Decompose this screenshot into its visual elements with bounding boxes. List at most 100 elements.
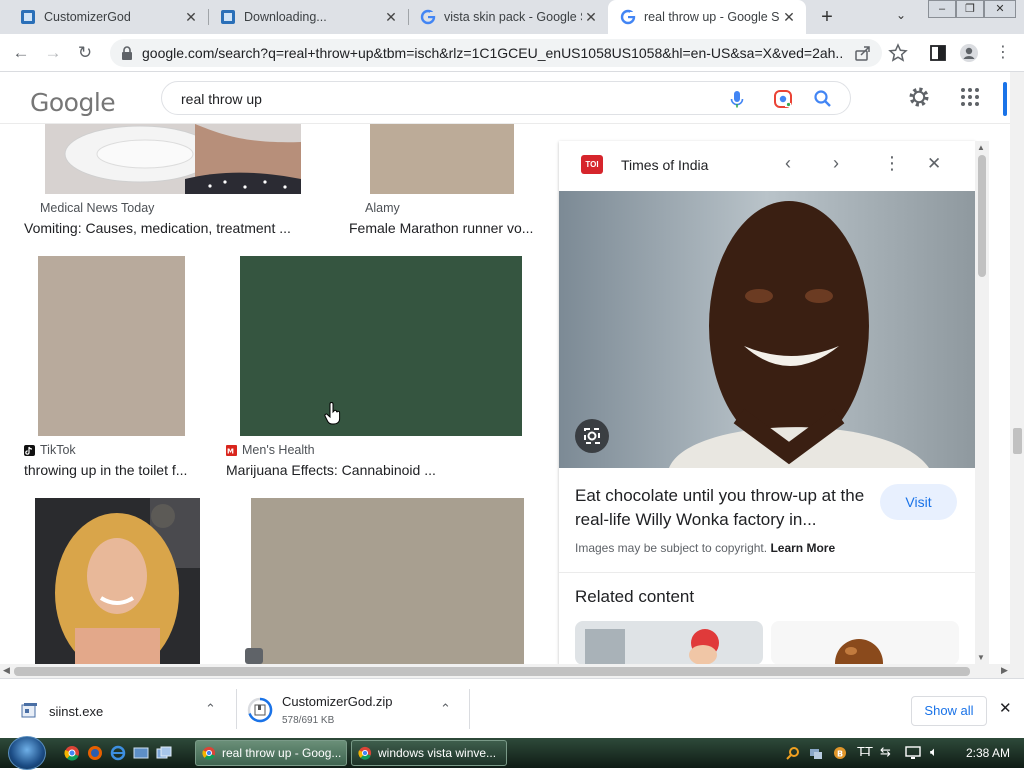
result-caption-marathon[interactable]: Female Marathon runner vo... — [349, 220, 539, 236]
visual-search-icon[interactable] — [575, 419, 609, 453]
download-filename: CustomizerGod.zip — [282, 694, 393, 709]
download-shelf: siinst.exe ⌃ CustomizerGod.zip 578/691 K… — [0, 678, 1024, 738]
search-icon[interactable] — [812, 88, 834, 110]
google-lens-icon[interactable] — [772, 88, 794, 110]
lock-icon[interactable] — [119, 45, 135, 61]
tab-vista-skin-pack[interactable]: vista skin pack - Google S ✕ — [408, 0, 608, 34]
result-image-marathon[interactable] — [370, 124, 514, 194]
kebab-menu-icon[interactable]: ⋮ — [992, 42, 1014, 64]
result-source-medical-news-today[interactable]: Medical News Today — [40, 201, 154, 215]
result-image-tiktok[interactable] — [38, 256, 185, 436]
result-caption-vomiting[interactable]: Vomiting: Causes, medication, treatment … — [24, 220, 291, 236]
taskbar-item-label: real throw up - Goog... — [222, 746, 342, 760]
chrome-quicklaunch-icon[interactable] — [64, 745, 80, 761]
show-desktop-icon[interactable] — [133, 745, 149, 761]
account-button[interactable] — [1003, 82, 1007, 116]
minimize-button[interactable]: – — [928, 0, 956, 18]
panel-source-name[interactable]: Times of India — [621, 157, 708, 173]
search-input[interactable]: real throw up — [161, 81, 851, 115]
result-source-label: Medical News Today — [40, 201, 155, 215]
visit-button[interactable]: Visit — [880, 484, 957, 520]
result-image-toilet[interactable] — [45, 124, 301, 194]
reload-icon[interactable]: ↻ — [74, 42, 96, 64]
page-horizontal-scrollbar[interactable]: ◀ ▶ — [0, 664, 1024, 678]
next-chevron-icon[interactable]: › — [833, 153, 839, 174]
search-tray-icon[interactable] — [786, 746, 800, 760]
result-image-khaki[interactable] — [245, 498, 524, 664]
tiktok-icon — [24, 444, 35, 456]
close-window-button[interactable]: ✕ — [984, 0, 1016, 18]
firefox-quicklaunch-icon[interactable] — [87, 745, 103, 761]
restore-button[interactable]: ❐ — [956, 0, 984, 18]
usb-tray-icon[interactable]: ⇆ — [880, 744, 891, 760]
taskbar-item-label: windows vista winve... — [378, 746, 497, 760]
related-image-chocolate[interactable] — [771, 621, 959, 665]
internet-explorer-icon[interactable] — [110, 745, 126, 761]
result-source-alamy[interactable]: Alamy — [365, 201, 400, 215]
switch-windows-icon[interactable] — [156, 745, 172, 761]
download-item-customizergod[interactable]: CustomizerGod.zip 578/691 KB ⌃ — [237, 679, 469, 739]
bitcoin-tray-icon[interactable]: B — [833, 746, 847, 760]
volume-tray-icon[interactable]: 🔈︎ — [930, 744, 938, 760]
page-vertical-scrollbar[interactable] — [1010, 72, 1024, 664]
tab-title: CustomizerGod — [44, 10, 131, 24]
result-source-tiktok[interactable]: TikTok — [24, 443, 76, 457]
toi-logo: TOI — [581, 155, 603, 174]
download-options-chevron-icon[interactable]: ⌃ — [440, 701, 451, 717]
taskbar-clock[interactable]: 2:38 AM — [966, 746, 1010, 760]
apps-grid-icon[interactable] — [959, 86, 981, 108]
preview-title[interactable]: Eat chocolate until you throw-up at the … — [575, 484, 871, 532]
chrome-icon — [202, 746, 216, 760]
show-all-downloads-button[interactable]: Show all — [911, 696, 987, 726]
tab-real-throw-up[interactable]: real throw up - Google Se ✕ — [608, 0, 806, 34]
preview-image-chocolate-face[interactable] — [559, 191, 975, 468]
taskbar-item-windows-vista[interactable]: windows vista winve... — [351, 740, 507, 766]
result-image-portrait[interactable] — [35, 498, 200, 664]
search-query: real throw up — [181, 91, 262, 107]
result-source-label: Men's Health — [242, 443, 315, 457]
close-tab-icon[interactable]: ✕ — [582, 9, 600, 26]
address-bar[interactable]: google.com/search?q=real+throw+up&tbm=is… — [110, 39, 882, 67]
bookmark-star-icon[interactable] — [888, 43, 908, 63]
google-logo[interactable]: Google — [30, 88, 116, 117]
download-options-chevron-icon[interactable]: ⌃ — [205, 701, 216, 717]
result-badge-icon — [245, 648, 263, 664]
taskbar-item-real-throw-up[interactable]: real throw up - Goog... — [195, 740, 347, 766]
start-button[interactable] — [8, 736, 46, 770]
forward-arrow-icon[interactable]: → — [42, 42, 64, 64]
panel-scrollbar[interactable]: ▲ ▼ — [975, 141, 989, 665]
network-tray-icon[interactable] — [809, 746, 823, 760]
language-tray-icon[interactable]: T̶T — [857, 744, 873, 759]
side-panel-icon[interactable] — [928, 43, 948, 63]
previous-chevron-icon[interactable]: ‹ — [785, 153, 791, 174]
chrome-icon — [358, 746, 372, 760]
result-image-mens-health[interactable] — [240, 256, 522, 436]
download-progress-text: 578/691 KB — [282, 715, 335, 726]
result-source-mens-health[interactable]: M Men's Health — [226, 443, 315, 457]
more-options-icon[interactable]: ⋮ — [883, 153, 901, 174]
tab-search-icon[interactable]: ⌄ — [896, 8, 906, 22]
microphone-icon[interactable] — [726, 88, 748, 110]
browser-toolbar: ← → ↻ google.com/search?q=real+throw+up&… — [0, 34, 1024, 72]
close-panel-icon[interactable]: ✕ — [927, 154, 941, 174]
settings-gear-icon[interactable] — [908, 86, 930, 108]
close-tab-icon[interactable]: ✕ — [382, 9, 400, 26]
learn-more-link[interactable]: Learn More — [770, 541, 835, 555]
close-tab-icon[interactable]: ✕ — [182, 9, 200, 26]
related-image-factory[interactable] — [575, 621, 763, 665]
new-tab-button[interactable]: + — [815, 5, 839, 29]
share-icon[interactable] — [854, 44, 872, 62]
result-caption-tiktok[interactable]: throwing up in the toilet f... — [24, 462, 187, 478]
result-caption-mens-health[interactable]: Marijuana Effects: Cannabinoid ... — [226, 462, 436, 478]
download-item-siinst[interactable]: siinst.exe ⌃ — [0, 679, 236, 739]
close-shelf-icon[interactable]: ✕ — [999, 699, 1012, 717]
exe-file-icon — [21, 703, 37, 718]
close-tab-icon[interactable]: ✕ — [780, 9, 798, 26]
tab-strip: CustomizerGod ✕ Downloading... ✕ vista s… — [0, 0, 1024, 34]
back-arrow-icon[interactable]: ← — [10, 42, 32, 64]
tab-customizergod[interactable]: CustomizerGod ✕ — [8, 0, 208, 34]
mens-health-icon: M — [226, 444, 237, 456]
display-tray-icon[interactable] — [905, 746, 921, 760]
tab-downloading[interactable]: Downloading... ✕ — [208, 0, 408, 34]
profile-avatar-icon[interactable] — [959, 43, 979, 63]
